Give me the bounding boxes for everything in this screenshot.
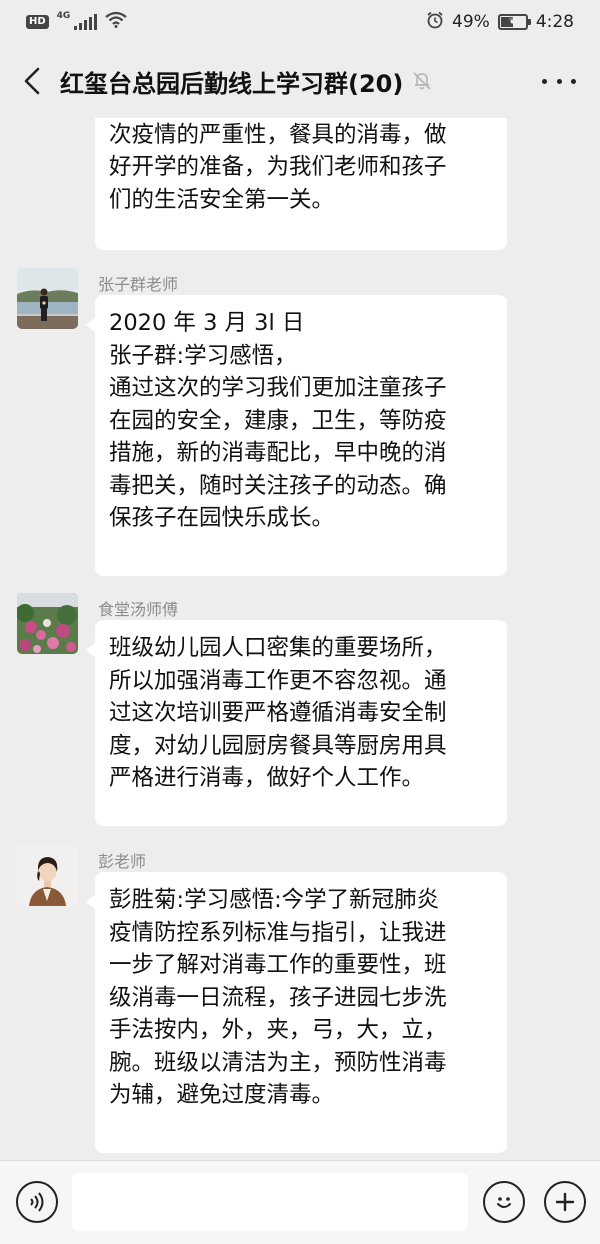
bell-muted-icon xyxy=(411,70,433,92)
emoji-icon xyxy=(497,1197,511,1208)
lake-photo-avatar xyxy=(17,268,78,329)
avatar[interactable] xyxy=(17,845,78,906)
more-icon-dot xyxy=(571,78,576,84)
message-input[interactable] xyxy=(72,1173,468,1231)
message-item: 彭老师 彭胜菊:学习感悟:今学了新冠肺炎 疫情防控系列标准与指引，让我进 一步了… xyxy=(0,845,600,1155)
network-type-label: 4G xyxy=(56,11,71,21)
input-bar xyxy=(0,1160,600,1244)
message-bubble[interactable]: 班级幼儿园人口密集的重要场所， 所以加强消毒工作更不容忽视。通 过这次培训要严格… xyxy=(86,620,507,826)
message-bubble[interactable]: 2020 年 3 月 3l 日 张子群:学习感悟， 通过这次的学习我们更加注童孩… xyxy=(86,295,507,576)
sender-name: 食堂汤师傅 xyxy=(98,600,179,619)
chevron-left-icon xyxy=(24,67,40,95)
status-right: 49% ❦ 4:28 xyxy=(426,11,574,34)
chat-title: 红玺台总园后勤线上学习群(20) xyxy=(60,69,404,98)
chat-header: 红玺台总园后勤线上学习群(20) xyxy=(0,44,600,118)
message-item: 张子群老师 2020 年 3 月 3l 日 张子群:学习感悟， 通过这次的学习我… xyxy=(0,268,600,578)
avatar[interactable] xyxy=(17,593,78,654)
flower-photo-avatar xyxy=(17,593,78,654)
more-icon-dot xyxy=(556,78,562,84)
signal-icon xyxy=(74,14,98,30)
status-left: HD 4G xyxy=(26,11,128,33)
back-button[interactable] xyxy=(14,59,50,103)
battery-percent: 49% xyxy=(452,12,490,32)
battery-icon: ❦ xyxy=(497,14,531,30)
message-bubble[interactable]: 彭胜菊:学习感悟:今学了新冠肺炎 疫情防控系列标准与指引，让我进 一步了解对消毒… xyxy=(86,872,507,1153)
portrait-photo-avatar xyxy=(17,845,78,906)
voice-icon xyxy=(30,1192,44,1212)
sender-name: 张子群老师 xyxy=(98,275,179,294)
avatar[interactable] xyxy=(17,268,78,329)
plus-icon xyxy=(555,1192,575,1212)
plus-button[interactable] xyxy=(544,1181,586,1223)
message-list[interactable]: 通过这次学习，我学到了，这 次疫情的严重性，餐具的消毒，做 好开学的准备，为我们… xyxy=(0,118,600,1158)
status-bar: HD 4G 49% ❦ 4:28 xyxy=(0,0,600,44)
message-item: 通过这次学习，我学到了，这 次疫情的严重性，餐具的消毒，做 好开学的准备，为我们… xyxy=(0,118,600,252)
voice-button[interactable] xyxy=(16,1181,58,1223)
message-item: 食堂汤师傅 班级幼儿园人口密集的重要场所， 所以加强消毒工作更不容忽视。通 过这… xyxy=(0,593,600,833)
more-icon-dot xyxy=(542,78,547,84)
more-button[interactable] xyxy=(542,66,576,96)
wifi-icon xyxy=(105,11,128,33)
alarm-icon xyxy=(426,11,444,34)
hd-icon: HD xyxy=(26,15,49,29)
message-bubble[interactable]: 通过这次学习，我学到了，这 次疫情的严重性，餐具的消毒，做 好开学的准备，为我们… xyxy=(95,118,507,250)
emoji-button[interactable] xyxy=(483,1181,525,1223)
clock-time: 4:28 xyxy=(535,12,574,32)
sender-name: 彭老师 xyxy=(98,852,147,871)
